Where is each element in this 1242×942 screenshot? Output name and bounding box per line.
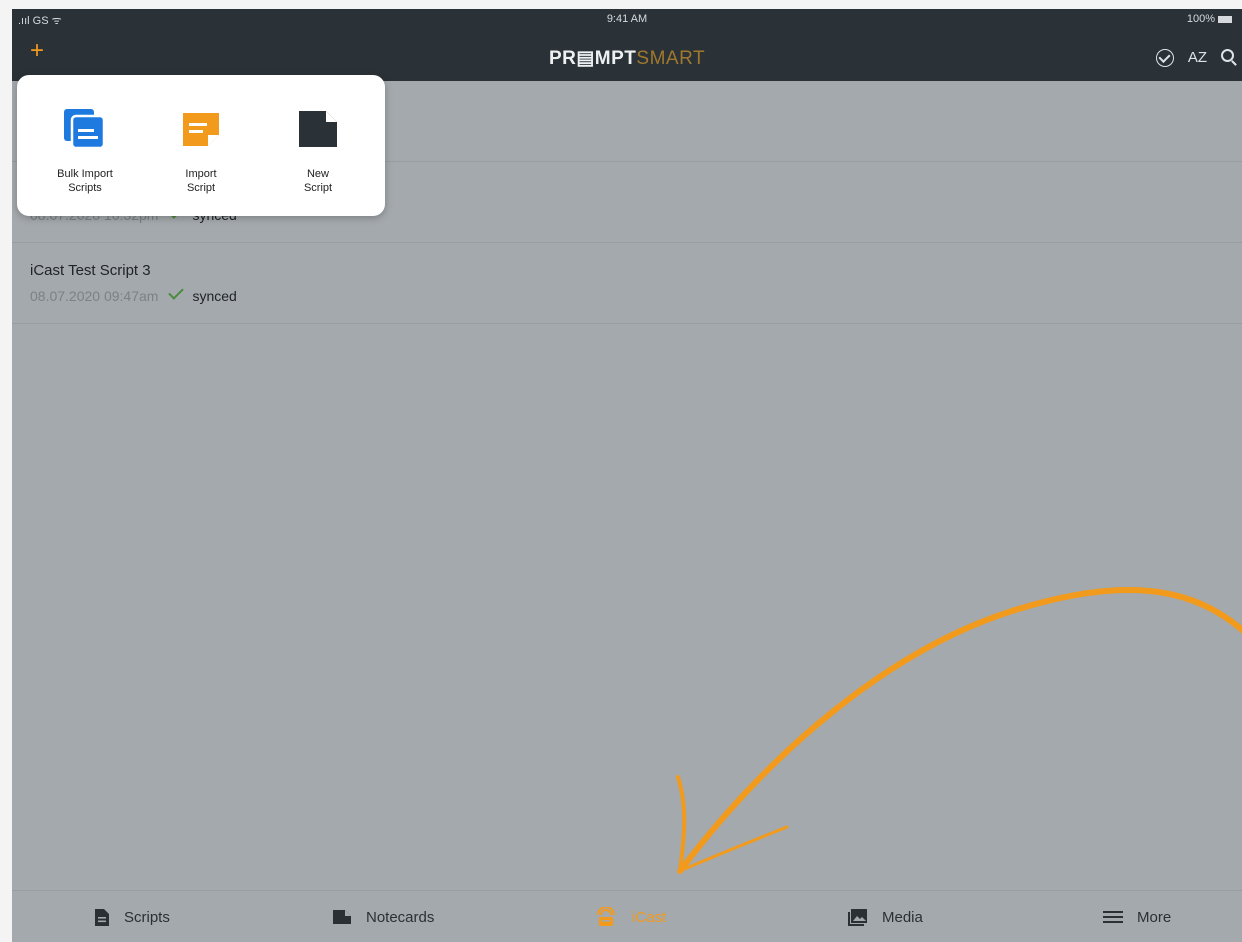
script-icon [95, 908, 109, 926]
tab-scripts[interactable]: Scripts [94, 891, 170, 942]
tab-label: Media [882, 908, 923, 926]
annotation-arrow-icon [676, 587, 1242, 874]
app-screen: .ııl GS ᯤ 9:41 AM 100% + PR▤MPTSMART AZ … [12, 9, 1242, 942]
tab-label: iCast [632, 908, 667, 926]
tab-notecards[interactable]: Notecards [332, 891, 434, 942]
tab-bar: Scripts Notecards iCast Media More [12, 890, 1242, 942]
notecard-icon [333, 910, 351, 924]
tab-label: Scripts [124, 908, 170, 926]
tab-icast[interactable]: iCast [594, 891, 666, 942]
tab-label: More [1137, 908, 1172, 926]
menu-icon [1103, 911, 1123, 923]
tab-media[interactable]: Media [848, 891, 923, 942]
icast-icon [597, 907, 615, 926]
media-icon [848, 909, 867, 926]
tab-label: Notecards [366, 908, 435, 926]
tab-more[interactable]: More [1103, 891, 1171, 942]
